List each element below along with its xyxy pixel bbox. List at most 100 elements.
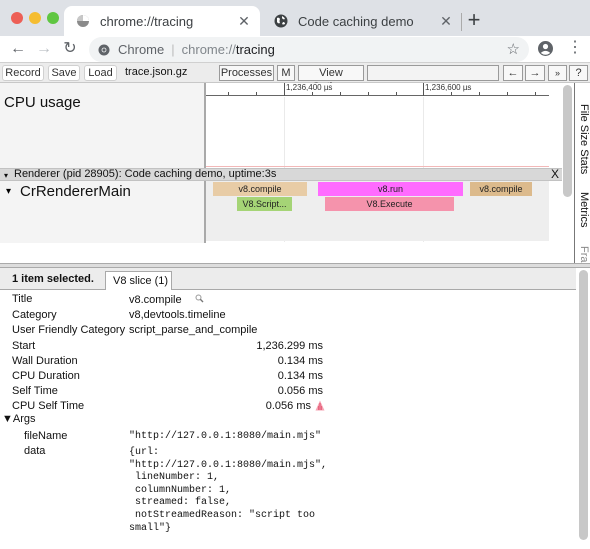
record-button[interactable]: Record <box>2 65 44 81</box>
ruler-tick <box>396 92 397 95</box>
trace-filename: trace.json.gz <box>125 66 188 78</box>
site-label: Chrome <box>118 42 165 57</box>
ruler-label: 1,236,600 µs <box>425 83 472 92</box>
side-tab-frame[interactable]: Fra <box>575 246 590 263</box>
arg-value-filename: "http://127.0.0.1:8080/main.mjs" <box>129 431 322 442</box>
close-tab-icon[interactable]: ✕ <box>236 13 252 30</box>
row-label-self-time: Self Time <box>12 385 58 397</box>
row-label-cpu-self-time: CPU Self Time <box>12 400 85 412</box>
globe-icon <box>274 14 288 28</box>
view-options-button[interactable]: View Options <box>298 65 364 93</box>
row-label-category: Category <box>12 309 57 321</box>
search-icon[interactable] <box>195 294 204 303</box>
cpu-usage-track[interactable] <box>206 83 549 170</box>
tab-separator <box>461 13 462 31</box>
analysis-scrollbar[interactable] <box>579 270 588 540</box>
ruler-tick <box>340 92 341 95</box>
find-next-button[interactable]: → <box>525 65 545 81</box>
profile-avatar-icon[interactable] <box>537 40 554 57</box>
row-value-wall-duration: 0.134 ms <box>277 355 323 367</box>
row-value-start: 1,236.299 ms <box>256 340 323 352</box>
time-ruler[interactable]: 1,236,400 µs 1,236,600 µs <box>206 83 549 96</box>
ruler-tick <box>479 92 480 95</box>
side-tab-file-size-stats[interactable]: File Size Stats <box>575 104 590 174</box>
row-value-self-time: 0.056 ms <box>277 385 323 397</box>
arg-label-filename: fileName <box>24 430 68 442</box>
ruler-tick <box>423 83 424 96</box>
new-tab-button[interactable]: + <box>466 9 482 31</box>
reload-button[interactable]: ↻ <box>60 39 80 59</box>
collapse-toggle-icon[interactable]: ▾ <box>4 170 8 181</box>
ruler-tick <box>256 92 257 95</box>
ruler-tick <box>312 92 313 95</box>
thread-track[interactable]: v8.compile v8.run v8.compile V8.Script..… <box>206 181 549 241</box>
ruler-tick <box>284 83 285 96</box>
show-side-panel-button[interactable]: » <box>548 65 567 81</box>
row-value-title: v8.compile <box>129 294 182 306</box>
omnibox-divider: | <box>171 42 175 57</box>
process-label: Renderer (pid 28905): Code caching demo,… <box>14 168 277 180</box>
slice-v8-compile-selected[interactable]: v8.compile <box>470 182 532 196</box>
ruler-label: 1,236,400 µs <box>286 83 333 92</box>
row-value-cpu-duration: 0.134 ms <box>277 370 323 382</box>
analysis-panel: Title v8.compile Category v8,devtools.ti… <box>0 290 576 549</box>
thread-label: CrRendererMain <box>20 183 131 200</box>
bookmark-star-icon[interactable]: ☆ <box>507 40 520 58</box>
close-tab-icon[interactable]: ✕ <box>438 13 454 30</box>
maximize-window-button[interactable] <box>47 12 59 24</box>
collapse-toggle-icon[interactable]: ▾ <box>6 186 11 197</box>
metadata-button[interactable]: M <box>277 65 295 81</box>
thread-track-label: ▾ CrRendererMain <box>0 181 204 243</box>
ruler-tick <box>228 92 229 95</box>
row-label-wall-duration: Wall Duration <box>12 355 78 367</box>
side-tab-metrics[interactable]: Metrics <box>575 192 590 227</box>
url-host: tracing <box>235 42 275 57</box>
process-header[interactable]: ▾ Renderer (pid 28905): Code caching dem… <box>0 168 562 181</box>
tracing-toolbar: Record Save Load trace.json.gz Processes… <box>0 63 590 93</box>
row-value-user-friendly-category: script_parse_and_compile <box>129 324 258 336</box>
tab-v8-slice[interactable]: V8 slice (1) <box>105 271 172 291</box>
row-label-cpu-duration: CPU Duration <box>12 370 80 382</box>
slice-v8-script[interactable]: V8.Script... <box>237 197 292 211</box>
row-label-user-friendly-category: User Friendly Category <box>12 324 126 336</box>
find-input[interactable] <box>367 65 499 81</box>
browser-menu-icon[interactable]: ⋮ <box>567 38 583 58</box>
tab-title: chrome://tracing <box>100 13 194 29</box>
row-label-title: Title <box>12 293 33 305</box>
row-label-start: Start <box>12 340 36 352</box>
browser-window: chrome://tracing ✕ Code caching demo ✕ +… <box>0 0 590 549</box>
minimize-window-button[interactable] <box>29 12 41 24</box>
url-scheme: chrome:// <box>181 42 236 57</box>
row-value-cpu-self-time: 0.056 ms <box>265 400 311 412</box>
ruler-tick <box>507 92 508 95</box>
analysis-tab-bar: 1 item selected. V8 slice (1) <box>0 268 576 291</box>
tab-title: Code caching demo <box>298 13 414 29</box>
close-process-button[interactable]: X <box>551 168 559 180</box>
forward-button[interactable]: → <box>34 39 54 59</box>
ruler-tick <box>368 92 369 95</box>
find-previous-button[interactable]: ← <box>503 65 523 81</box>
close-window-button[interactable] <box>11 12 23 24</box>
warning-icon[interactable] <box>315 400 325 411</box>
ruler-tick <box>451 92 452 95</box>
chrome-icon <box>98 44 110 55</box>
processes-button[interactable]: Processes <box>219 65 274 81</box>
slice-v8-run[interactable]: v8.run <box>318 182 463 196</box>
slice-v8-compile[interactable]: v8.compile <box>213 182 307 196</box>
ruler-tick <box>535 92 536 95</box>
slice-v8-execute[interactable]: V8.Execute <box>325 197 454 211</box>
save-button[interactable]: Save <box>48 65 80 81</box>
args-toggle[interactable]: ▼Args <box>2 413 36 425</box>
cpu-usage-track-label: CPU usage <box>0 83 204 170</box>
row-value-category: v8,devtools.timeline <box>129 309 226 321</box>
selection-count: 1 item selected. <box>12 273 94 285</box>
load-button[interactable]: Load <box>84 65 117 81</box>
timeline-scrollbar[interactable] <box>563 85 572 197</box>
tab-code-caching-demo[interactable]: Code caching demo ✕ <box>262 6 462 36</box>
arg-value-data: {url: "http://127.0.0.1:8080/main.mjs", … <box>129 447 328 534</box>
tab-tracing[interactable]: chrome://tracing ✕ <box>64 6 260 36</box>
address-bar[interactable]: Chrome | chrome://tracing ☆ <box>89 37 529 62</box>
back-button[interactable]: ← <box>8 39 28 59</box>
help-button[interactable]: ? <box>569 65 588 81</box>
arg-label-data: data <box>24 445 46 457</box>
